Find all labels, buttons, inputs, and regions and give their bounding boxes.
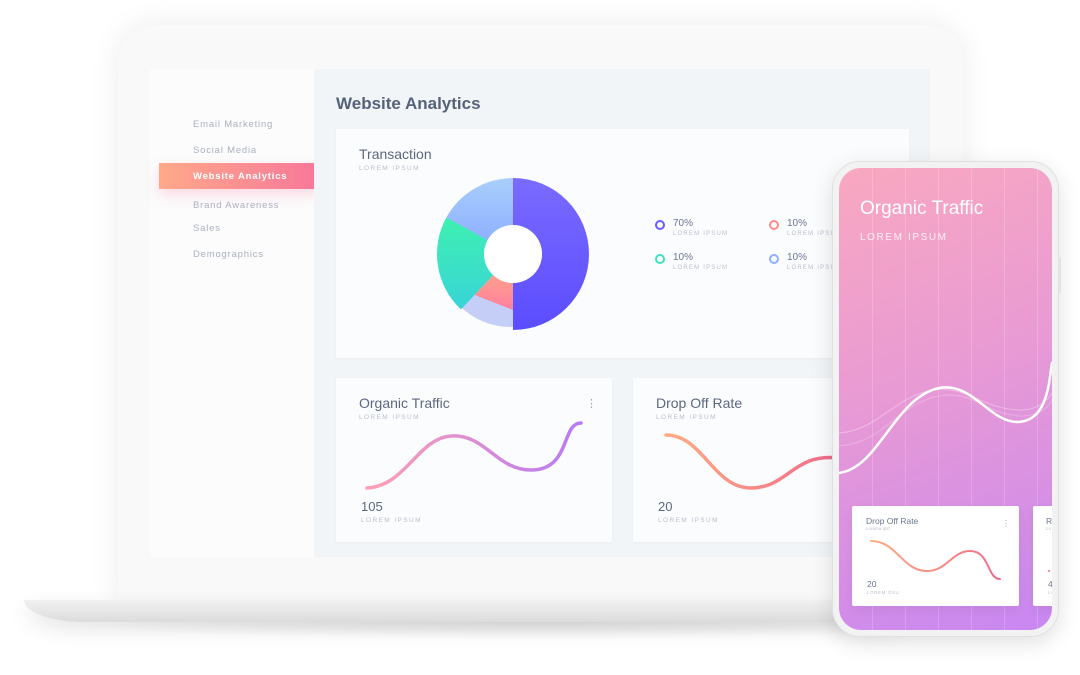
phone-drop-off-card: Drop Off Rate Lorema Ipsf ⋮ 20 LOREM OSU xyxy=(852,506,1019,606)
sidebar-item-brand-awareness[interactable]: Brand Awareness xyxy=(193,200,279,211)
sidebar-item-email-marketing[interactable]: Email Marketing xyxy=(193,119,273,130)
legend-item: 70% LOREM IPSUM xyxy=(655,218,765,248)
phone-screen: Organic Traffic LOREM IPSUM Drop Off Rat… xyxy=(839,168,1052,630)
mini-card-value-label: LOREM OSU xyxy=(867,590,900,595)
sidebar-item-label: Website Analytics xyxy=(193,171,288,182)
organic-traffic-line xyxy=(365,421,583,490)
value-label: LOREM IPSUM xyxy=(658,517,719,524)
laptop-base xyxy=(24,600,924,622)
phone-traffic-line-faint xyxy=(839,394,1052,447)
legend-label: LOREM IPSUM xyxy=(673,265,729,271)
drop-off-rate-value: 20 xyxy=(658,499,673,514)
legend-ring-icon xyxy=(769,254,779,264)
phone-traffic-line xyxy=(839,361,1052,475)
phone-second-card: R Lo 4 LO xyxy=(1033,506,1052,606)
card-title: Transaction xyxy=(359,146,432,162)
legend-value: 10% xyxy=(673,252,694,263)
legend-value: 10% xyxy=(787,252,808,263)
organic-traffic-card: Organic Traffic LOREM IPSUM ⋮ 105 LOREM … xyxy=(336,378,612,542)
sidebar-item-social-media[interactable]: Social Media xyxy=(193,145,257,156)
phone-side-button xyxy=(1058,257,1061,293)
sidebar-item-demographics[interactable]: Demographics xyxy=(193,249,264,260)
mini-card-subtitle: Lo xyxy=(1046,526,1052,531)
sidebar-item-sales[interactable]: Sales xyxy=(193,223,221,234)
mini-card-value: 20 xyxy=(867,579,877,589)
legend-ring-icon xyxy=(655,254,665,264)
legend-value: 10% xyxy=(787,218,808,229)
mini-card-value-label: LO xyxy=(1048,590,1052,595)
organic-traffic-value: 105 xyxy=(361,499,383,514)
value-label: LOREM IPSUM xyxy=(361,517,422,524)
page-title: Website Analytics xyxy=(336,94,481,113)
mini-chart-dot xyxy=(1048,570,1050,572)
phone-traffic-line-faint xyxy=(839,389,1052,434)
sidebar-item-website-analytics[interactable]: Website Analytics xyxy=(159,163,320,189)
mini-card-value: 4 xyxy=(1048,579,1052,589)
mini-drop-off-line xyxy=(870,540,1001,580)
legend-ring-icon xyxy=(769,220,779,230)
legend-label: LOREM IPSUM xyxy=(673,231,729,237)
transaction-card: Transaction LOREM IPSUM 70% LOREM IPSUM … xyxy=(336,129,909,358)
drop-off-rate-line xyxy=(664,433,840,490)
sidebar: Email Marketing Social Media Website Ana… xyxy=(150,69,320,557)
legend-ring-icon xyxy=(655,220,665,230)
legend-value: 70% xyxy=(673,218,694,229)
mini-card-title: R xyxy=(1046,516,1052,526)
legend-item: 10% LOREM IPSUM xyxy=(655,252,765,282)
donut-hole xyxy=(484,225,542,283)
donut-chart xyxy=(437,178,589,330)
card-subtitle: LOREM IPSUM xyxy=(359,165,420,172)
phone-mockup: Organic Traffic LOREM IPSUM Drop Off Rat… xyxy=(832,161,1061,637)
